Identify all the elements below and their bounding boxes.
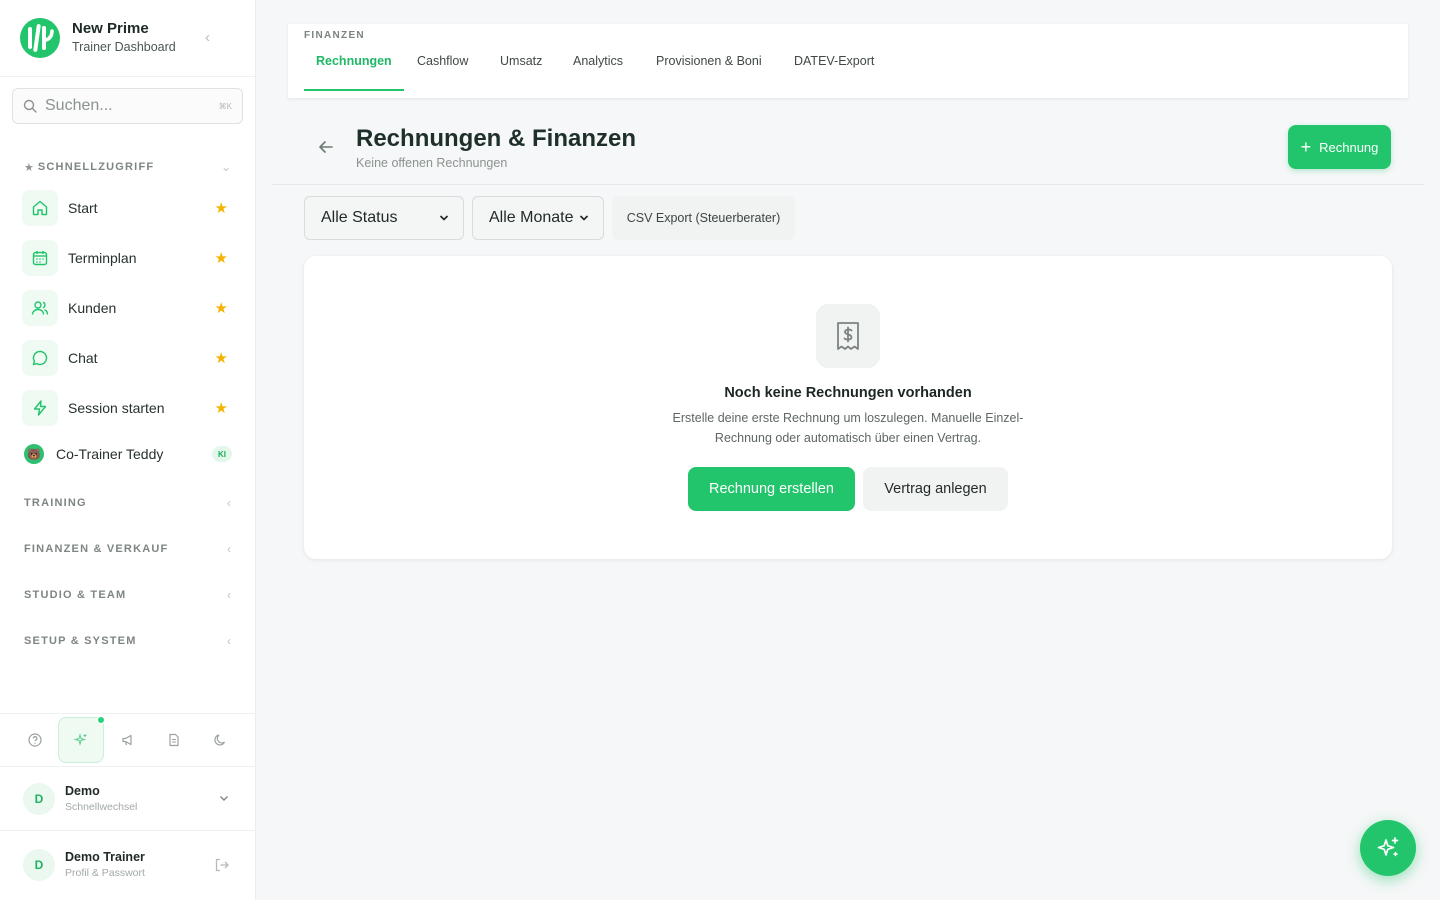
tab-analytics[interactable]: Analytics: [561, 52, 635, 91]
account-name: Demo: [65, 783, 100, 798]
avatar: D: [23, 782, 55, 815]
chevron-down-icon[interactable]: [218, 791, 230, 809]
tab-cashflow[interactable]: Cashflow: [405, 52, 480, 91]
home-icon: [22, 190, 58, 226]
invoice-receipt-icon: [816, 304, 880, 368]
sidebar-item-label: Start: [68, 200, 98, 216]
search-input[interactable]: [45, 97, 205, 115]
moon-icon[interactable]: [197, 717, 243, 763]
sidebar-item-label: Co-Trainer Teddy: [56, 446, 164, 462]
tab-umsatz[interactable]: Umsatz: [488, 52, 554, 91]
sidebar-item-label: Terminplan: [68, 250, 137, 266]
sidebar-item-kunden[interactable]: Kunden ★: [22, 290, 234, 326]
section-label: TRAINING: [24, 497, 87, 509]
sidebar-footer-toolbar: [0, 713, 256, 767]
plus-icon: +: [1300, 137, 1312, 157]
sparkles-icon[interactable]: [58, 716, 105, 763]
create-contract-button[interactable]: Vertrag anlegen: [863, 467, 1008, 511]
search-shortcut: ⌘K: [218, 101, 232, 111]
page-subtitle: Keine offenen Rechnungen: [356, 156, 508, 170]
chevron-left-icon: ‹: [227, 496, 231, 510]
section-label: SETUP & SYSTEM: [24, 635, 137, 647]
sidebar-item-label: Session starten: [68, 400, 165, 416]
favorite-star-icon[interactable]: ★: [215, 399, 228, 417]
chevron-down-icon: [439, 215, 449, 221]
favorite-star-icon[interactable]: ★: [215, 249, 228, 267]
header-divider: [272, 184, 1424, 185]
search-icon: [23, 99, 37, 113]
page-title: Rechnungen & Finanzen: [356, 125, 637, 152]
new-invoice-button[interactable]: + Rechnung: [1288, 125, 1391, 169]
notification-dot: [97, 716, 105, 724]
status-filter-select[interactable]: Alle Status: [304, 196, 464, 240]
favorite-star-icon[interactable]: ★: [215, 349, 228, 367]
megaphone-icon[interactable]: [105, 717, 151, 763]
section-studio-team[interactable]: STUDIO & TEAM ‹: [24, 587, 231, 603]
calendar-icon: [22, 240, 58, 276]
sidebar-item-session-starten[interactable]: Session starten ★: [22, 390, 234, 426]
account-switcher[interactable]: D Demo Schnellwechsel: [0, 767, 256, 831]
chat-bubble-icon: [22, 340, 58, 376]
logout-icon[interactable]: [214, 857, 230, 878]
chevron-left-icon: ‹: [227, 542, 231, 556]
month-filter-select[interactable]: Alle Monate: [472, 196, 604, 240]
brand-title: New Prime: [72, 20, 149, 37]
empty-state-title: Noch keine Rechnungen vorhanden: [724, 385, 972, 401]
tab-rechnungen[interactable]: Rechnungen: [304, 52, 404, 91]
chevron-down-icon: ⌄: [220, 160, 231, 174]
empty-state-description: Erstelle deine erste Rechnung um loszule…: [672, 411, 1024, 445]
section-setup-system[interactable]: SETUP & SYSTEM ‹: [24, 633, 231, 649]
sparkles-icon: [1377, 837, 1399, 857]
quick-access-header[interactable]: ★ SCHNELLZUGRIFF ⌄: [24, 159, 231, 175]
user-subtitle: Profil & Passwort: [65, 867, 145, 879]
new-invoice-label: Rechnung: [1319, 139, 1379, 155]
section-training[interactable]: TRAINING ‹: [24, 495, 231, 511]
lightning-icon: [22, 390, 58, 426]
section-finanzen-verkauf[interactable]: FINANZEN & VERKAUF ‹: [24, 541, 231, 557]
tab-datev-export[interactable]: DATEV-Export: [782, 52, 886, 91]
brand-subtitle: Trainer Dashboard: [72, 40, 176, 54]
avatar: D: [23, 849, 55, 881]
favorite-star-icon[interactable]: ★: [215, 299, 228, 317]
favorite-star-icon[interactable]: ★: [215, 199, 228, 217]
tab-provisionen-boni[interactable]: Provisionen & Boni: [644, 52, 774, 91]
teddy-avatar: 🐻: [24, 444, 44, 464]
search-box[interactable]: ⌘K: [12, 88, 243, 124]
sidebar-item-start[interactable]: Start ★: [22, 190, 234, 226]
create-invoice-button[interactable]: Rechnung erstellen: [688, 467, 855, 511]
section-label: FINANZEN & VERKAUF: [24, 543, 169, 555]
sidebar-item-chat[interactable]: Chat ★: [22, 340, 234, 376]
chevron-down-icon: [579, 215, 589, 221]
user-name: Demo Trainer: [65, 850, 145, 864]
sidebar-item-label: Chat: [68, 350, 98, 366]
back-arrow-icon[interactable]: [316, 137, 336, 157]
sidebar-item-terminplan[interactable]: Terminplan ★: [22, 240, 234, 276]
chevron-left-icon: ‹: [227, 634, 231, 648]
ki-badge: KI: [212, 446, 232, 462]
user-profile[interactable]: D Demo Trainer Profil & Passwort: [0, 833, 256, 897]
sidebar: New Prime Trainer Dashboard ‹ ⌘K ★ SCHNE…: [0, 0, 256, 900]
month-filter-value: Alle Monate: [489, 209, 574, 226]
finance-tabs-card: FINANZEN Rechnungen Cashflow Umsatz Anal…: [288, 24, 1408, 98]
star-icon: ★: [24, 161, 34, 174]
help-icon[interactable]: [12, 717, 58, 763]
csv-export-button[interactable]: CSV Export (Steuerberater): [612, 196, 795, 240]
quick-access-title: SCHNELLZUGRIFF: [37, 161, 155, 173]
section-label: STUDIO & TEAM: [24, 589, 127, 601]
sidebar-item-label: Kunden: [68, 300, 117, 316]
account-subtitle: Schnellwechsel: [65, 800, 138, 813]
brand-header: New Prime Trainer Dashboard ‹: [0, 0, 255, 77]
tabs-eyebrow: FINANZEN: [304, 30, 365, 41]
document-icon[interactable]: [151, 717, 197, 763]
status-filter-value: Alle Status: [321, 209, 398, 226]
brand-logo-icon[interactable]: [20, 18, 60, 58]
empty-state-card: Noch keine Rechnungen vorhanden Erstelle…: [304, 256, 1392, 559]
collapse-sidebar-icon[interactable]: ‹: [205, 30, 219, 46]
users-icon: [22, 290, 58, 326]
sidebar-item-co-trainer[interactable]: 🐻 Co-Trainer Teddy KI: [24, 443, 232, 465]
chevron-left-icon: ‹: [227, 588, 231, 602]
ai-assistant-fab[interactable]: [1360, 820, 1416, 876]
